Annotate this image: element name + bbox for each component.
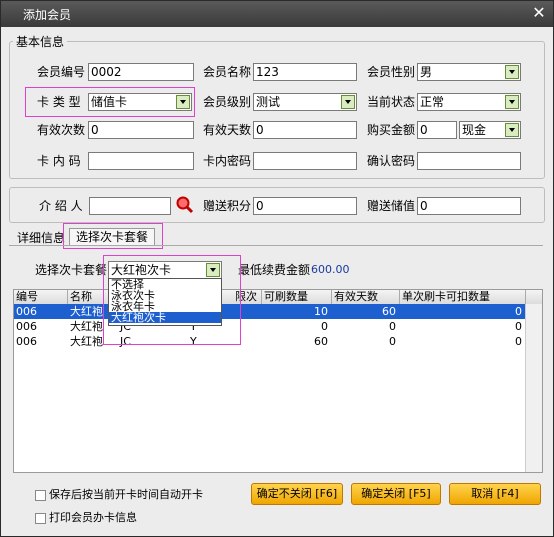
cell-qty: 10 [314, 305, 328, 318]
cell-per: 0 [515, 320, 522, 333]
valid-days-label: 有效天数 [203, 123, 252, 137]
card-no-label: 卡 内 码 [37, 154, 81, 168]
gender-label: 会员性别 [367, 65, 416, 79]
table-row[interactable]: 006 大红袍 JC Y 60 0 0 [14, 334, 526, 349]
ok-close-button[interactable]: 确定关闭 [F5] [351, 483, 441, 505]
chevron-down-icon[interactable] [505, 123, 519, 137]
min-spend-label: 最低续费金额 [238, 263, 311, 277]
col-per-swipe[interactable]: 单次刷卡可扣数量 [400, 290, 526, 304]
card-type-select[interactable]: 储值卡 [88, 93, 192, 111]
chevron-down-icon[interactable] [505, 95, 519, 109]
search-icon[interactable] [175, 195, 195, 215]
card-pwd-field[interactable] [253, 152, 357, 170]
cell-id: 006 [16, 320, 37, 333]
valid-count-field[interactable]: 0 [88, 121, 194, 139]
gender-value: 男 [420, 65, 433, 79]
tab-package[interactable]: 选择次卡套餐 [69, 228, 155, 245]
col-id[interactable]: 编号 [14, 290, 68, 304]
cell-qty: 60 [314, 335, 328, 348]
bonus-points-label: 赠送积分 [203, 199, 252, 213]
cell-name: 大红袍 [70, 335, 103, 348]
table-row[interactable]: 006 大红袍 JC Y 0 0 0 [14, 319, 526, 334]
level-value: 测试 [256, 95, 281, 109]
valid-count-label: 有效次数 [37, 123, 86, 137]
member-name-field[interactable]: 123 [253, 63, 357, 81]
table-row[interactable]: 006 大红袍 10 60 0 [14, 304, 526, 319]
pay-method-value: 现金 [462, 123, 487, 137]
min-spend-value: 600.00 [311, 263, 350, 276]
member-no-field[interactable]: 0002 [88, 63, 194, 81]
buy-amount-label: 购买金额 [367, 123, 416, 137]
print-info-checkbox[interactable] [35, 513, 46, 524]
bonus-value-field[interactable]: 0 [417, 197, 521, 215]
add-member-dialog: 添加会员 ✕ 基本信息 会员编号 0002 会员名称 123 会员性别 男 卡 … [0, 0, 554, 537]
valid-days-field[interactable]: 0 [253, 121, 357, 139]
bonus-points-field[interactable]: 0 [253, 197, 357, 215]
card-pwd-label: 卡内密码 [203, 154, 252, 168]
package-table: 编号 名称 限次 可刷数量 有效天数 单次刷卡可扣数量 006 大红袍 10 6… [13, 289, 543, 473]
card-no-field[interactable] [88, 152, 194, 170]
cell-per: 0 [515, 335, 522, 348]
basic-info-legend: 基本信息 [13, 33, 68, 50]
tab-divider [9, 245, 543, 246]
cell-name: 大红袍 [70, 305, 103, 318]
referrer-field[interactable] [89, 197, 171, 215]
card-type-label: 卡 类 型 [37, 95, 81, 109]
table-header: 编号 名称 限次 可刷数量 有效天数 单次刷卡可扣数量 [14, 290, 542, 305]
table-scrollbar[interactable] [525, 304, 542, 472]
level-label: 会员级别 [203, 95, 252, 109]
chevron-down-icon[interactable] [176, 95, 190, 109]
card-type-value: 储值卡 [91, 95, 128, 109]
pay-method-select[interactable]: 现金 [459, 121, 521, 139]
cancel-button[interactable]: 取消 [F4] [449, 483, 541, 505]
col-days[interactable]: 有效天数 [332, 290, 400, 304]
member-name-label: 会员名称 [203, 65, 252, 79]
cell-days: 0 [389, 320, 396, 333]
gender-select[interactable]: 男 [417, 63, 521, 81]
chevron-down-icon[interactable] [505, 65, 519, 79]
bonus-value-label: 赠送储值 [367, 199, 416, 213]
status-select[interactable]: 正常 [417, 93, 521, 111]
cell-qty: 0 [321, 320, 328, 333]
print-info-label: 打印会员办卡信息 [49, 511, 137, 524]
status-label: 当前状态 [367, 95, 416, 109]
member-no-label: 会员编号 [37, 65, 86, 79]
package-highlight [103, 255, 241, 345]
title-bar: 添加会员 ✕ [1, 1, 553, 27]
status-value: 正常 [420, 95, 445, 109]
cell-id: 006 [16, 305, 37, 318]
buy-amount-field[interactable]: 0 [417, 121, 457, 139]
auto-open-label: 保存后按当前开卡时间自动开卡 [49, 488, 203, 501]
col-qty[interactable]: 可刷数量 [262, 290, 332, 304]
auto-open-checkbox[interactable] [35, 490, 46, 501]
chevron-down-icon[interactable] [341, 95, 355, 109]
package-select-label: 选择次卡套餐 [35, 263, 108, 277]
cell-days: 60 [382, 305, 396, 318]
cell-name: 大红袍 [70, 320, 103, 333]
confirm-pwd-field[interactable] [417, 152, 521, 170]
level-select[interactable]: 测试 [253, 93, 357, 111]
cell-id: 006 [16, 335, 37, 348]
cell-days: 0 [389, 335, 396, 348]
confirm-pwd-label: 确认密码 [367, 154, 416, 168]
ok-stay-button[interactable]: 确定不关闭 [F6] [251, 483, 343, 505]
close-icon[interactable]: ✕ [529, 4, 549, 22]
referrer-label: 介 绍 人 [39, 199, 83, 213]
window-title: 添加会员 [23, 8, 72, 22]
cell-per: 0 [515, 305, 522, 318]
